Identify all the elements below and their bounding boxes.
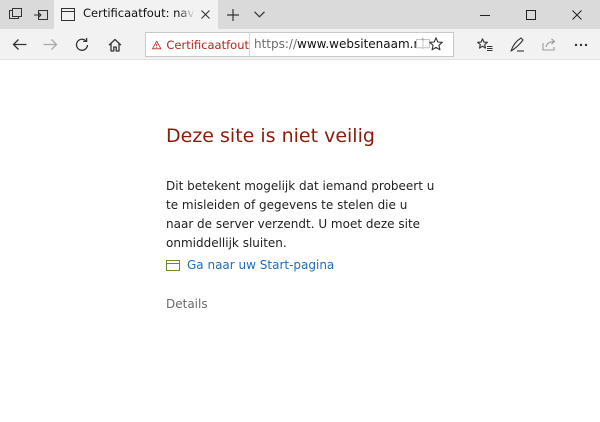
home-icon	[108, 38, 122, 52]
tab-active[interactable]: Certificaatfout: navigatie	[54, 0, 218, 29]
url-text[interactable]: https://www.websitenaam.nl	[254, 37, 424, 51]
maximize-icon	[526, 9, 536, 20]
more-icon	[574, 43, 588, 46]
set-aside-tabs-icon	[34, 9, 48, 20]
certificate-error-label: Certificaatfout	[166, 37, 249, 52]
certificate-error-indicator[interactable]: Certificaatfout	[146, 33, 250, 56]
tab-close-button[interactable]	[198, 7, 212, 21]
details-toggle[interactable]: Details	[166, 297, 208, 311]
page-icon	[61, 8, 75, 21]
favorites-hub-icon	[477, 37, 493, 51]
favorites-hub-button[interactable]	[470, 29, 500, 60]
back-arrow-icon	[12, 39, 26, 50]
home-button[interactable]	[100, 29, 130, 60]
share-icon	[541, 38, 555, 51]
more-button[interactable]	[566, 29, 596, 60]
minimize-icon	[480, 14, 490, 16]
close-window-button[interactable]	[554, 0, 600, 29]
close-icon	[200, 9, 210, 19]
page-content: Deze site is niet veilig Dit betekent mo…	[0, 61, 600, 422]
forward-arrow-icon	[43, 39, 57, 50]
add-notes-button[interactable]	[502, 29, 532, 60]
tab-previews-button[interactable]	[2, 0, 28, 29]
show-tab-previews-button[interactable]	[248, 0, 270, 29]
plus-icon	[227, 8, 239, 21]
tab-title: Certificaatfout: navigatie	[83, 6, 195, 20]
back-button[interactable]	[4, 29, 34, 60]
share-button[interactable]	[534, 29, 564, 60]
star-icon[interactable]	[429, 37, 443, 51]
reading-view-icon[interactable]	[416, 38, 430, 50]
new-tab-button[interactable]	[222, 0, 244, 29]
warning-triangle-icon	[152, 40, 162, 49]
chevron-down-icon	[253, 11, 265, 18]
refresh-icon	[75, 37, 89, 51]
page-title: Deze site is niet veilig	[166, 125, 375, 147]
start-page-icon	[166, 259, 180, 271]
url-scheme: https://	[254, 37, 298, 51]
address-bar[interactable]: Certificaatfout https://www.websitenaam.…	[145, 32, 454, 57]
tab-strip: Certificaatfout: navigatie	[0, 0, 600, 29]
start-page-link[interactable]: Ga naar uw Start-pagina	[166, 258, 334, 272]
close-icon	[572, 9, 582, 20]
maximize-button[interactable]	[508, 0, 554, 29]
pen-notes-icon	[509, 37, 524, 52]
url-host: www.websitenaam.nl	[297, 37, 425, 51]
forward-button[interactable]	[35, 29, 65, 60]
error-description: Dit betekent mogelijk dat iemand probeer…	[166, 179, 435, 250]
minimize-button[interactable]	[462, 0, 508, 29]
start-page-link-label: Ga naar uw Start-pagina	[187, 258, 335, 272]
set-aside-tabs-button[interactable]	[28, 0, 54, 29]
tab-previews-icon	[8, 8, 22, 19]
refresh-button[interactable]	[67, 29, 97, 60]
navigation-bar: Certificaatfout https://www.websitenaam.…	[0, 29, 600, 60]
